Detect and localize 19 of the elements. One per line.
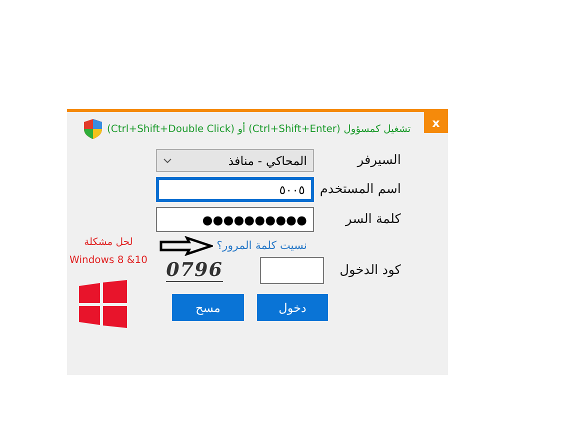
close-button[interactable]: x [424,112,448,133]
help-text: Windows 8 &10 [70,254,148,267]
clear-button[interactable]: مسح [172,294,244,321]
forgot-password-link[interactable]: نسيت كلمة المرور؟ [216,239,307,252]
shield-icon [83,118,103,140]
field-label: كود الدخول [338,262,402,280]
field-label: كلمة السر [344,210,402,228]
chevron-down-icon [163,158,172,164]
help-text: لحل مشكلة [83,236,134,249]
arrow-icon [159,236,213,256]
input-field[interactable]: ٥٠٠٥ [156,177,314,202]
server-dropdown[interactable]: المحاكي - منافذ [156,149,314,172]
input-field[interactable]: ●●●●●●●●●● [156,207,314,232]
windows-icon [78,280,126,328]
field-label: السيرفر [356,152,402,170]
captcha-code: 0796 [166,259,223,282]
admin-hint: تشغيل كمسؤول (Ctrl+Shift+Enter) أو (Ctrl+Shift+Double Click) [107,124,411,134]
login-button[interactable]: دخول [257,294,328,321]
input-field[interactable] [260,257,324,284]
